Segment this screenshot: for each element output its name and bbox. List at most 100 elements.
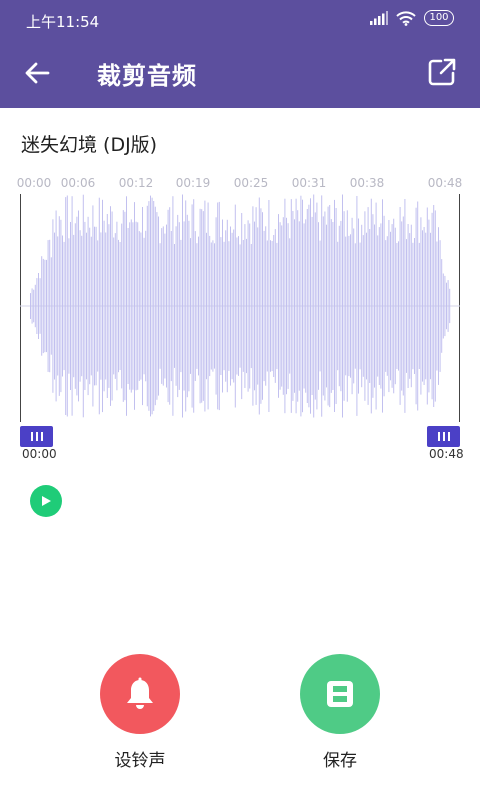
waveform-bar bbox=[175, 226, 177, 386]
waveform-bar bbox=[431, 212, 433, 400]
waveform-bar bbox=[342, 194, 343, 418]
waveform-bar bbox=[290, 199, 292, 413]
waveform-bar bbox=[225, 230, 227, 382]
waveform-bar bbox=[223, 241, 225, 371]
waveform-bar bbox=[270, 240, 271, 372]
tick-label: 00:48 bbox=[427, 176, 463, 190]
play-button[interactable] bbox=[30, 485, 62, 517]
waveform-bar bbox=[369, 229, 371, 383]
trim-end-handle[interactable] bbox=[427, 426, 460, 447]
waveform-bar bbox=[113, 237, 115, 375]
waveform-bar bbox=[46, 259, 47, 353]
waveform-bar bbox=[354, 243, 356, 369]
waveform-bar bbox=[441, 259, 443, 353]
waveform-bar bbox=[102, 199, 103, 413]
waveform-bar bbox=[174, 244, 175, 368]
waveform-bar bbox=[44, 259, 46, 353]
waveform-bar bbox=[135, 221, 137, 391]
waveform-bar bbox=[388, 220, 390, 393]
waveform-bar bbox=[244, 224, 246, 388]
waveform-bar bbox=[143, 237, 145, 375]
external-link-icon[interactable] bbox=[426, 56, 458, 88]
waveform-bar bbox=[402, 216, 404, 396]
app-bar: 裁剪音频 bbox=[0, 38, 480, 108]
waveform-bar bbox=[247, 220, 249, 392]
waveform-bar bbox=[70, 222, 71, 390]
set-ringtone-action[interactable]: 设铃声 bbox=[100, 654, 180, 771]
set-ringtone-button[interactable] bbox=[100, 654, 180, 734]
waveform-bar bbox=[89, 227, 91, 385]
waveform-bar bbox=[185, 200, 187, 412]
tick-label: 00:00 bbox=[16, 176, 52, 190]
waveform-bar bbox=[52, 219, 54, 393]
arrow-left-icon[interactable] bbox=[22, 58, 52, 88]
waveform-bar bbox=[345, 236, 347, 376]
waveform-bar bbox=[204, 200, 206, 412]
waveform-bar bbox=[346, 210, 348, 402]
page-title: 裁剪音频 bbox=[97, 62, 197, 90]
save-label: 保存 bbox=[323, 751, 357, 771]
waveform-bar bbox=[239, 244, 241, 368]
waveform-bar bbox=[263, 230, 265, 382]
waveform-bar bbox=[151, 197, 153, 415]
waveform-bar bbox=[207, 202, 209, 410]
waveform-bar bbox=[289, 238, 291, 374]
waveform-bar bbox=[417, 201, 419, 411]
waveform-bar bbox=[220, 237, 222, 375]
waveform-bar bbox=[396, 243, 398, 369]
waveform-bar bbox=[86, 232, 87, 380]
waveform-bar bbox=[297, 210, 299, 402]
waveform-bar bbox=[190, 238, 191, 374]
waveform-bar bbox=[278, 214, 279, 398]
waveform-bar bbox=[73, 234, 75, 378]
waveform-bar bbox=[218, 201, 220, 411]
save-action[interactable]: 保存 bbox=[300, 654, 380, 771]
battery-indicator: 100 bbox=[424, 10, 454, 26]
waveform-bar bbox=[377, 235, 379, 377]
waveform-bar bbox=[385, 240, 387, 372]
save-button[interactable] bbox=[300, 654, 380, 734]
waveform-bar bbox=[110, 206, 111, 406]
waveform-bar bbox=[410, 224, 412, 388]
play-icon bbox=[42, 496, 51, 506]
waveform-bar bbox=[361, 224, 363, 388]
waveform-bar bbox=[41, 256, 43, 356]
waveform-bar bbox=[350, 234, 351, 378]
waveform-bar bbox=[414, 238, 415, 374]
waveform-bar bbox=[55, 210, 57, 402]
waveform-bar bbox=[298, 221, 300, 391]
waveform-bar bbox=[401, 221, 403, 391]
waveform-bar bbox=[153, 201, 155, 411]
waveform-bar bbox=[100, 232, 102, 380]
waveform-bar bbox=[364, 211, 366, 401]
waveform-bar bbox=[302, 199, 303, 413]
waveform-bar bbox=[266, 240, 268, 372]
waveform-bar bbox=[236, 237, 238, 375]
waveform-bar bbox=[142, 207, 143, 406]
waveform-bar bbox=[406, 239, 407, 373]
waveform-bar bbox=[249, 223, 251, 389]
waveform-bar bbox=[210, 242, 212, 370]
waveform-bar bbox=[188, 220, 190, 392]
waveform-editor[interactable] bbox=[20, 194, 460, 422]
waveform-bar bbox=[193, 199, 195, 413]
waveform-bar bbox=[238, 236, 239, 376]
waveform-bar bbox=[287, 223, 289, 389]
waveform-bar bbox=[34, 284, 36, 328]
waveform-bar bbox=[84, 221, 86, 390]
waveform-bar bbox=[436, 241, 438, 371]
trim-start-handle[interactable] bbox=[20, 426, 53, 447]
waveform-bar bbox=[274, 229, 276, 383]
waveform-bar bbox=[254, 221, 255, 391]
waveform-bar bbox=[209, 235, 211, 377]
waveform-bar bbox=[47, 240, 49, 372]
waveform-bar bbox=[356, 196, 358, 416]
waveform-bar bbox=[154, 206, 156, 406]
tick-label: 00:06 bbox=[60, 176, 96, 190]
waveform-bar bbox=[358, 218, 359, 394]
tick-label: 00:38 bbox=[349, 176, 385, 190]
waveform-bar bbox=[148, 201, 150, 411]
waveform-bar bbox=[134, 202, 135, 410]
waveform-bar bbox=[308, 204, 310, 408]
waveform-bar bbox=[130, 219, 132, 393]
